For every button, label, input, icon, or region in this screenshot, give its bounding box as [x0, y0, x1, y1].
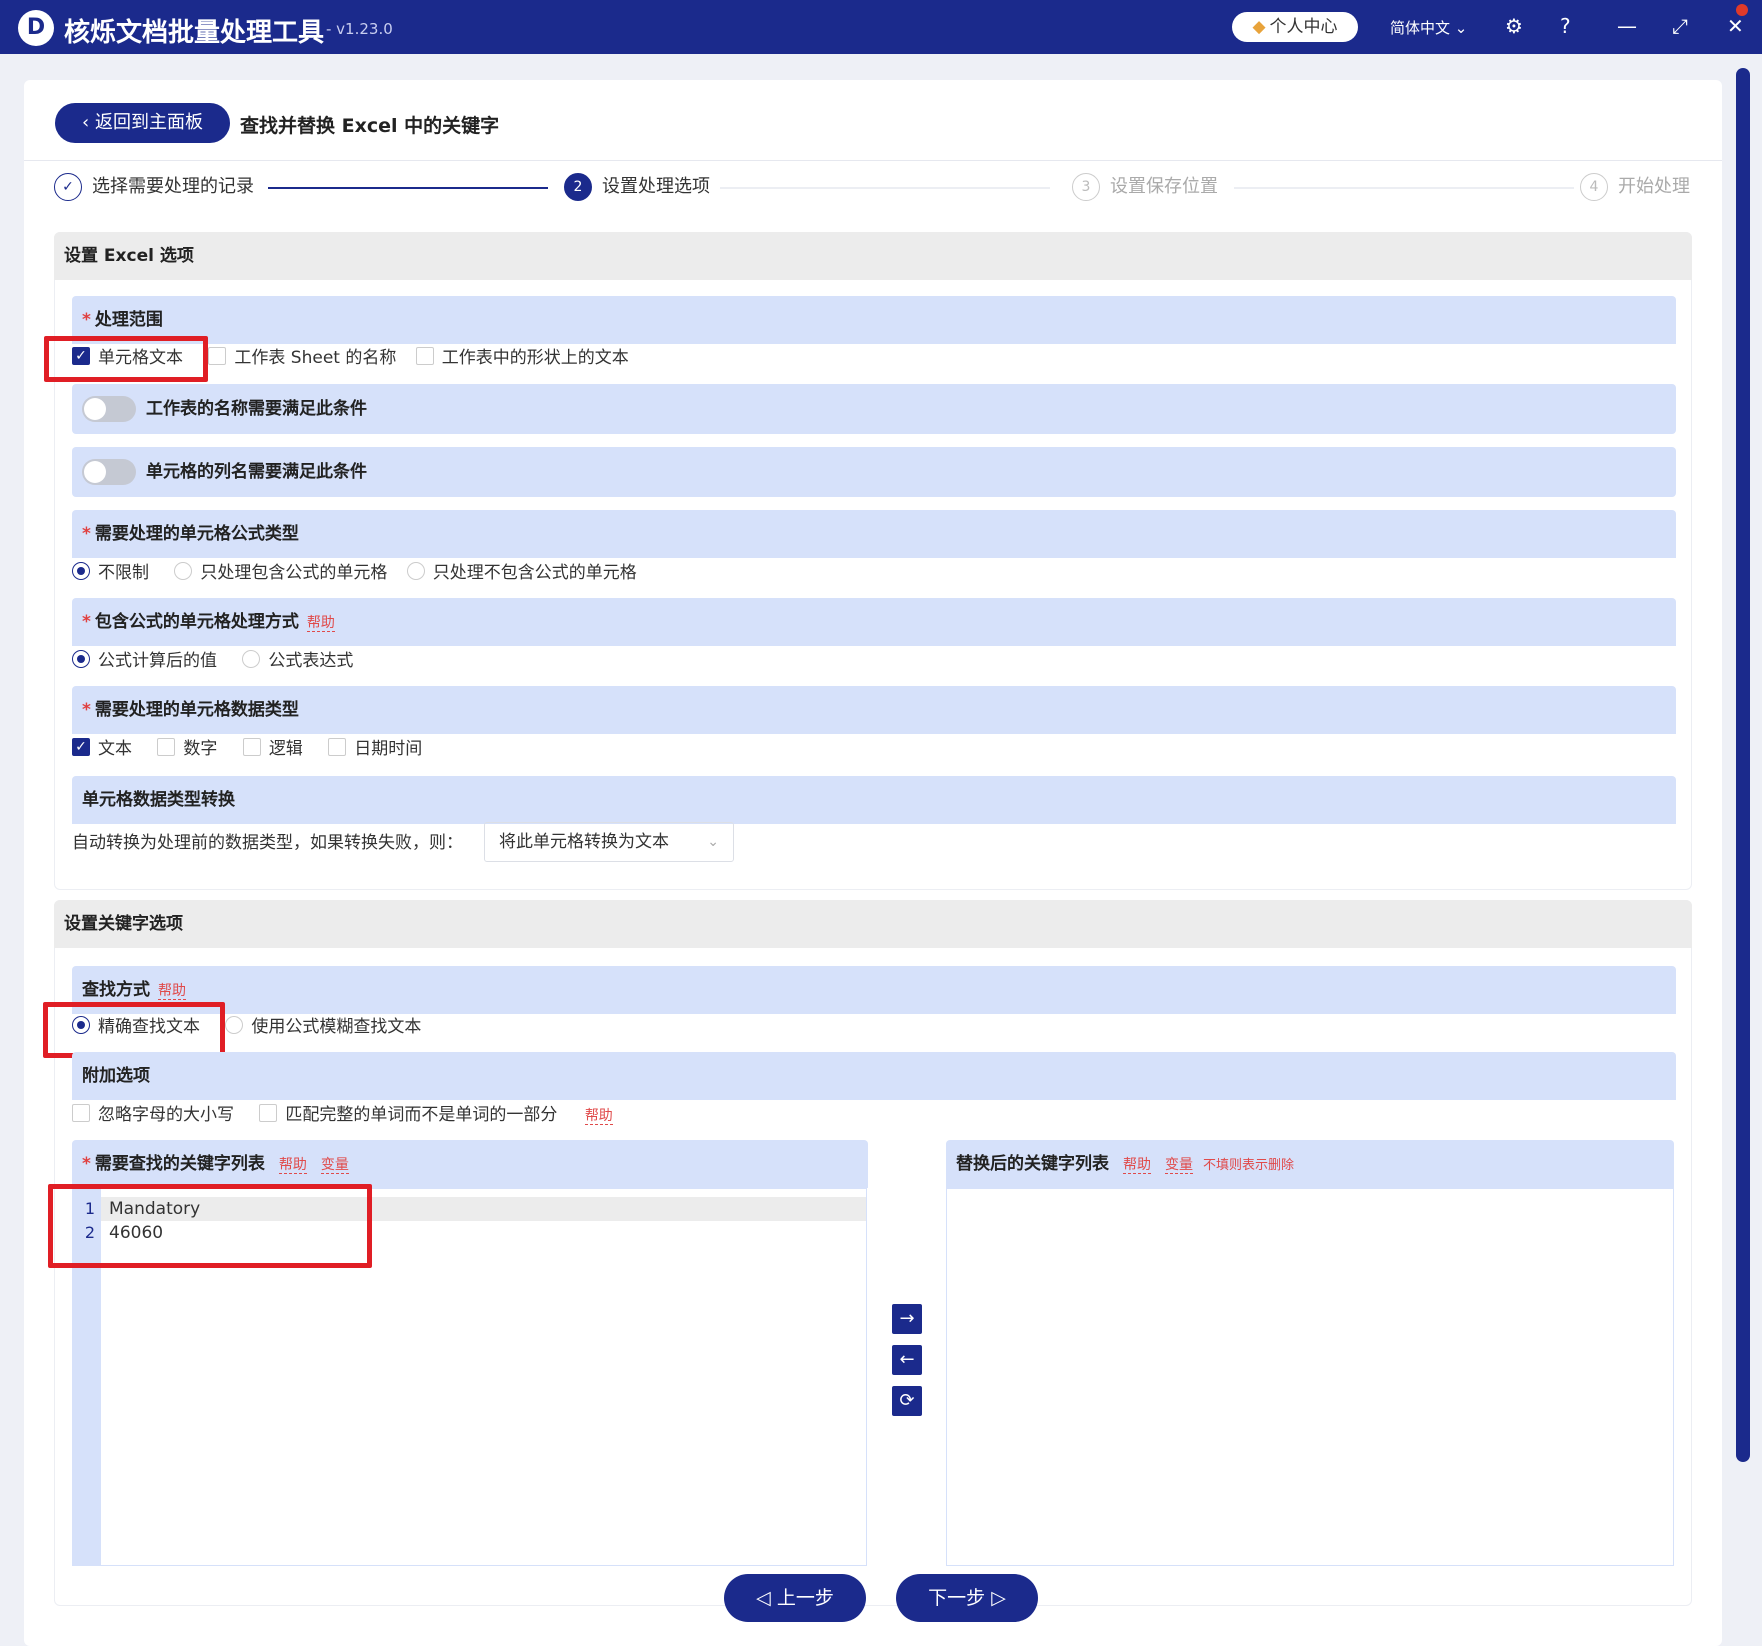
header-divider [24, 160, 1722, 161]
page-title: 查找并替换 Excel 中的关键字 [240, 115, 500, 137]
convert-fallback-select[interactable]: 将此单元格转换为文本 ⌄ [484, 822, 734, 862]
step-3: 3 设置保存位置 [1072, 170, 1218, 204]
app-version: - v1.23.0 [326, 20, 393, 38]
formula-type-without-formula-radio[interactable]: 只处理不包含公式的单元格 [406, 560, 637, 586]
convert-description: 自动转换为处理前的数据类型，如果转换失败，则： [72, 833, 463, 853]
app-title: 核烁文档批量处理工具 [64, 18, 325, 48]
help-link[interactable]: 帮助 [306, 615, 335, 632]
delete-note: 不填则表示删除 [1203, 1158, 1295, 1173]
find-mode-formula-radio[interactable]: 使用公式模糊查找文本 [225, 1014, 421, 1040]
chevron-left-icon: ‹ [82, 112, 95, 133]
help-link[interactable]: 帮助 [1123, 1157, 1151, 1174]
find-mode-group-header: 查找方式 帮助 [72, 966, 1676, 1014]
close-icon[interactable]: ✕ [1727, 14, 1744, 38]
scope-shape-text-checkbox[interactable]: 工作表中的形状上的文本 [415, 345, 629, 371]
variable-link[interactable]: 变量 [1165, 1157, 1193, 1174]
help-link[interactable]: 帮助 [158, 983, 186, 1000]
vertical-scrollbar[interactable] [1736, 68, 1750, 1462]
data-type-group-header: * 需要处理的单元格数据类型 [72, 686, 1676, 734]
data-type-datetime-checkbox[interactable]: 日期时间 [328, 736, 422, 762]
step-connector [268, 187, 548, 189]
notification-dot [1736, 4, 1748, 16]
help-link[interactable]: 帮助 [584, 1108, 613, 1125]
ignore-case-checkbox[interactable]: 忽略字母的大小写 [72, 1102, 234, 1128]
replace-keywords-editor[interactable] [946, 1188, 1674, 1566]
data-type-options: ✓ 文本 数字 逻辑 日期时间 [72, 736, 436, 762]
formula-mode-expression-radio[interactable]: 公式表达式 [242, 648, 353, 674]
formula-mode-options: 公式计算后的值 公式表达式 [72, 648, 367, 674]
title-bar: D 核烁文档批量处理工具 - v1.23.0 ◆ 个人中心 简体中文 ⌄ ⚙ ? … [0, 0, 1762, 54]
highlight-box [43, 1002, 225, 1058]
whole-word-checkbox[interactable]: 匹配完整的单词而不是单词的一部分 [259, 1102, 557, 1128]
step-connector [1234, 187, 1574, 189]
help-link[interactable]: 帮助 [278, 1157, 307, 1174]
maximize-icon[interactable]: ⤢ [1672, 14, 1688, 38]
diamond-icon: ◆ [1252, 17, 1266, 37]
formula-type-unlimited-radio[interactable]: 不限制 [72, 560, 149, 586]
language-select[interactable]: 简体中文 ⌄ [1390, 17, 1467, 38]
step-2: 2 设置处理选项 [564, 170, 710, 204]
app-logo: D [18, 10, 54, 46]
circle-chevron-left-icon: ◁ [756, 1587, 777, 1609]
find-list-header: * 需要查找的关键字列表 帮助 变量 [72, 1140, 868, 1188]
formula-mode-value-radio[interactable]: 公式计算后的值 [72, 648, 217, 674]
user-center-button[interactable]: ◆ 个人中心 [1232, 12, 1358, 42]
chevron-down-icon: ⌄ [707, 834, 719, 850]
column-name-condition-toggle-row: 单元格的列名需要满足此条件 [72, 447, 1676, 497]
check-icon: ✓ [72, 738, 90, 756]
highlight-box [48, 1184, 372, 1268]
step-1: ✓ 选择需要处理的记录 [54, 170, 254, 204]
scope-group-header: * 处理范围 [72, 296, 1676, 344]
column-name-condition-toggle[interactable] [82, 459, 136, 485]
keyword-section-title: 设置关键字选项 [54, 900, 1692, 948]
formula-mode-group-header: * 包含公式的单元格处理方式 帮助 [72, 598, 1676, 646]
convert-group-header: 单元格数据类型转换 [72, 776, 1676, 824]
arrow-right-icon[interactable]: → [892, 1304, 922, 1334]
formula-type-options: 不限制 只处理包含公式的单元格 只处理不包含公式的单元格 [72, 560, 651, 586]
circle-chevron-right-icon: ▷ [985, 1587, 1006, 1609]
formula-type-with-formula-radio[interactable]: 只处理包含公式的单元格 [174, 560, 387, 586]
extra-options: 忽略字母的大小写 匹配完整的单词而不是单词的一部分 帮助 [72, 1102, 613, 1129]
prev-step-button[interactable]: ◁ 上一步 [724, 1574, 866, 1622]
variable-link[interactable]: 变量 [320, 1157, 349, 1174]
next-step-button[interactable]: 下一步 ▷ [896, 1574, 1038, 1622]
arrow-left-icon[interactable]: ← [892, 1345, 922, 1375]
back-to-dashboard-button[interactable]: ‹ 返回到主面板 [55, 103, 230, 143]
step-connector [720, 187, 1050, 189]
gear-icon[interactable]: ⚙ [1505, 14, 1523, 38]
refresh-icon[interactable]: ⟳ [892, 1386, 922, 1416]
check-icon: ✓ [54, 173, 82, 201]
formula-type-group-header: * 需要处理的单元格公式类型 [72, 510, 1676, 558]
chevron-down-icon: ⌄ [1454, 19, 1468, 37]
scope-sheet-name-checkbox[interactable]: 工作表 Sheet 的名称 [208, 345, 396, 371]
excel-section-title: 设置 Excel 选项 [54, 232, 1692, 280]
data-type-number-checkbox[interactable]: 数字 [157, 736, 217, 762]
step-4: 4 开始处理 [1580, 170, 1690, 204]
question-icon[interactable]: ? [1560, 14, 1571, 38]
data-type-text-checkbox[interactable]: ✓ 文本 [72, 736, 132, 762]
data-type-logic-checkbox[interactable]: 逻辑 [242, 736, 303, 762]
extra-options-group-header: 附加选项 [72, 1052, 1676, 1100]
sheet-name-condition-toggle[interactable] [82, 396, 136, 422]
minimize-icon[interactable]: — [1617, 14, 1637, 38]
highlight-box [44, 336, 208, 382]
replace-list-header: 替换后的关键字列表 帮助 变量 不填则表示删除 [946, 1140, 1674, 1188]
sheet-name-condition-toggle-row: 工作表的名称需要满足此条件 [72, 384, 1676, 434]
